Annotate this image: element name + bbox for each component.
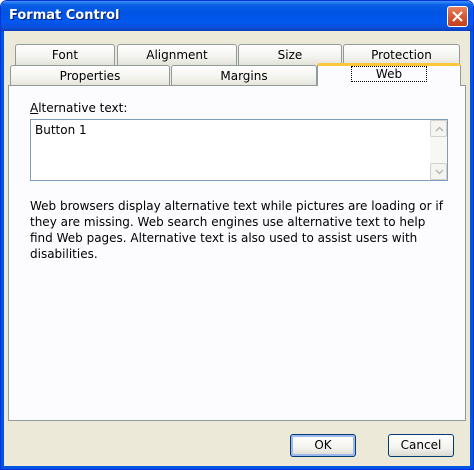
chevron-down-icon [435,169,444,175]
format-control-dialog: Format Control Font Alignment Size Prote… [0,0,474,470]
window-frame-bottom [1,466,473,469]
ok-button[interactable]: OK [290,434,356,457]
tab-size[interactable]: Size [238,44,342,65]
tab-margins-label: Margins [220,69,268,83]
chevron-up-icon [435,126,444,132]
tab-font-label: Font [51,48,79,62]
tab-size-label: Size [277,48,303,62]
tab-properties-label: Properties [59,69,121,83]
window-frame-right [470,31,473,469]
alternative-text-scrollbar[interactable] [430,120,447,180]
tab-alignment-label: Alignment [146,48,208,62]
alternative-text-mnemonic: A [30,101,39,115]
tab-properties[interactable]: Properties [10,65,170,86]
scroll-down-button[interactable] [430,163,447,180]
close-button[interactable] [447,6,468,27]
cancel-button[interactable]: Cancel [388,434,454,457]
tab-alignment[interactable]: Alignment [117,44,237,65]
close-icon [452,11,463,22]
alternative-text-label-rest: lternative text: [38,101,128,115]
web-tab-panel: Alternative text: Button 1 Web browsers … [8,85,466,421]
tab-protection-label: Protection [371,48,432,62]
tab-web[interactable]: Web [317,63,461,86]
window-title: Format Control [9,8,120,23]
tab-margins[interactable]: Margins [171,65,317,86]
scroll-up-button[interactable] [430,120,447,137]
title-bar[interactable]: Format Control [1,1,473,31]
tab-web-label: Web [350,66,428,82]
alternative-text-value: Button 1 [35,123,87,137]
alternative-text-description: Web browsers display alternative text wh… [30,199,443,261]
tab-protection[interactable]: Protection [343,44,460,65]
tab-font[interactable]: Font [15,44,115,65]
alternative-text-label: Alternative text: [30,101,127,115]
window-frame-left [1,31,4,469]
alternative-text-input[interactable]: Button 1 [30,119,448,181]
